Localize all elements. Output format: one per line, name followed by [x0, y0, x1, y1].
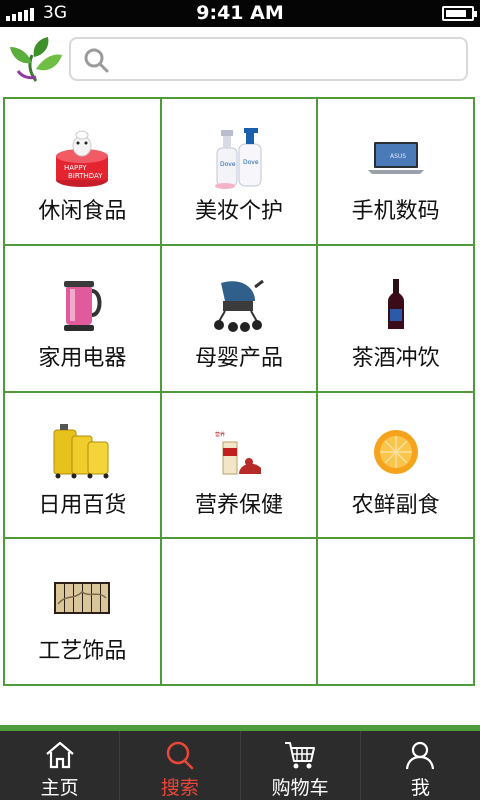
- leaf-logo-icon: [10, 37, 62, 82]
- tab-search[interactable]: 搜索: [120, 731, 241, 800]
- tab-home[interactable]: 主页: [0, 731, 121, 800]
- empty-tile: [318, 539, 475, 686]
- clock: 9:41 AM: [196, 2, 284, 24]
- category-label: 茶酒冲饮: [351, 345, 440, 371]
- category-grid: HAPPY BIRTHDAY 休闲食品 Dove Dove 美妆个护 ASUS …: [3, 97, 475, 686]
- tab-cart[interactable]: 购物车: [241, 731, 361, 800]
- svg-text:ASUS: ASUS: [390, 153, 406, 160]
- laptop-icon: ASUS: [318, 125, 473, 191]
- cart-icon: [241, 740, 360, 770]
- home-icon: [0, 740, 119, 770]
- cosmetics-bottles-icon: Dove Dove: [162, 125, 317, 191]
- orange-slices-icon: [318, 419, 473, 485]
- tab-label: 搜索: [160, 777, 199, 799]
- empty-tile: [161, 539, 319, 686]
- svg-text:HAPPY: HAPPY: [64, 164, 87, 172]
- birthday-cake-icon: HAPPY BIRTHDAY: [5, 125, 160, 191]
- battery-icon: [442, 6, 477, 21]
- category-label: 营养保健: [194, 492, 283, 518]
- bottom-tabbar: 主页 搜索 购物车 我: [0, 731, 480, 800]
- search-input[interactable]: [117, 45, 457, 73]
- category-tile[interactable]: 农鲜副食: [318, 392, 475, 540]
- category-label: 家用电器: [38, 345, 127, 371]
- search-box[interactable]: [69, 37, 468, 81]
- luggage-set-icon: [5, 419, 160, 485]
- tab-label: 主页: [40, 777, 79, 799]
- category-tile[interactable]: HAPPY BIRTHDAY 休闲食品: [5, 99, 162, 246]
- electric-kettle-icon: [5, 272, 160, 338]
- category-tile[interactable]: 茶酒冲饮: [318, 245, 475, 393]
- search-icon: [84, 48, 109, 73]
- category-tile[interactable]: Dove Dove 美妆个护: [161, 99, 319, 246]
- svg-text:Dove: Dove: [220, 161, 236, 168]
- category-label: 休闲食品: [38, 199, 127, 224]
- category-tile[interactable]: 日用百货: [5, 392, 162, 540]
- category-tile[interactable]: ASUS 手机数码: [318, 99, 475, 246]
- search-icon: [120, 740, 239, 770]
- category-tile[interactable]: 营养 营养保健: [161, 392, 319, 540]
- svg-text:BIRTHDAY: BIRTHDAY: [68, 172, 103, 180]
- category-label: 手机数码: [351, 199, 440, 224]
- tab-label: 我: [410, 777, 430, 799]
- user-icon: [361, 740, 480, 770]
- category-label: 农鲜副食: [351, 492, 440, 518]
- tab-profile[interactable]: 我: [361, 731, 480, 800]
- status-bar: 3G 9:41 AM: [0, 0, 480, 27]
- tab-label: 购物车: [271, 777, 329, 799]
- header: [0, 27, 480, 93]
- svg-text:营养: 营养: [215, 431, 225, 438]
- category-label: 美妆个护: [194, 199, 283, 224]
- svg-text:Dove: Dove: [243, 159, 259, 166]
- folding-screen-icon: [5, 565, 160, 631]
- category-tile[interactable]: 家用电器: [5, 245, 162, 393]
- category-tile[interactable]: 母婴产品: [161, 245, 319, 393]
- category-label: 日用百货: [38, 492, 127, 518]
- category-tile[interactable]: 工艺饰品: [5, 539, 162, 686]
- health-supplement-icon: 营养: [162, 419, 317, 485]
- wine-bottle-icon: [318, 272, 473, 338]
- baby-stroller-icon: [162, 272, 317, 338]
- category-label: 母婴产品: [194, 345, 283, 371]
- category-label: 工艺饰品: [38, 639, 127, 665]
